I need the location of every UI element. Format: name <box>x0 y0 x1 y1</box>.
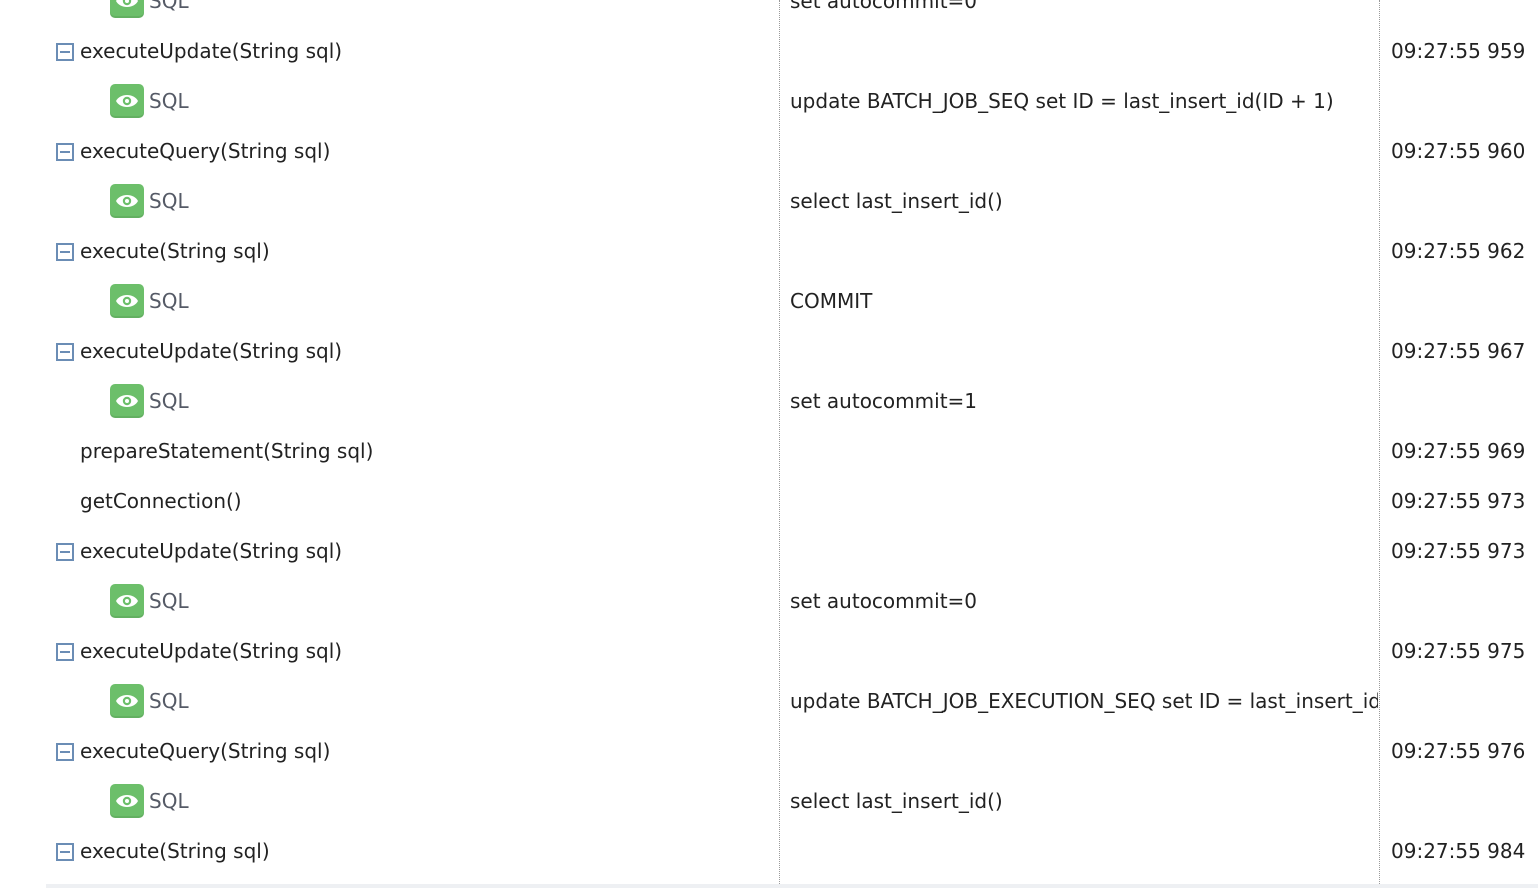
sql-statement <box>790 626 1378 676</box>
trace-row[interactable]: SQL update BATCH_JOB_EXECUTION_SEQ set I… <box>0 676 1538 726</box>
collapse-icon[interactable] <box>56 743 74 761</box>
trace-row[interactable]: executeUpdate(String sql) 09:27:55 973 <box>0 526 1538 576</box>
collapse-icon[interactable] <box>56 243 74 261</box>
timestamp <box>1391 0 1538 26</box>
sql-statement <box>790 526 1378 576</box>
collapse-icon[interactable] <box>56 843 74 861</box>
eye-icon[interactable] <box>110 584 144 618</box>
eye-icon[interactable] <box>110 184 144 218</box>
timestamp <box>1391 376 1538 426</box>
sql-statement <box>790 226 1378 276</box>
sql-statement: COMMIT <box>790 289 873 313</box>
trace-row[interactable]: executeQuery(String sql) 09:27:55 976 <box>0 726 1538 776</box>
trace-row[interactable]: SQL update BATCH_JOB_SEQ set ID = last_i… <box>0 76 1538 126</box>
timestamp: 09:27:55 984 <box>1391 839 1526 863</box>
eye-icon[interactable] <box>110 284 144 318</box>
sql-label: SQL <box>149 0 189 13</box>
timestamp: 09:27:55 969 <box>1391 439 1526 463</box>
method-label: executeUpdate(String sql) <box>80 339 343 363</box>
sql-statement: select last_insert_id() <box>790 189 1003 213</box>
timestamp: 09:27:55 976 <box>1391 739 1526 763</box>
sql-statement <box>790 26 1378 76</box>
trace-row[interactable]: prepareStatement(String sql) 09:27:55 96… <box>0 426 1538 476</box>
sql-statement <box>790 426 1378 476</box>
collapse-icon[interactable] <box>56 643 74 661</box>
method-label: getConnection() <box>80 489 242 513</box>
trace-row[interactable]: executeQuery(String sql) 09:27:55 960 <box>0 126 1538 176</box>
timestamp: 09:27:55 960 <box>1391 139 1526 163</box>
sql-statement <box>790 826 1378 876</box>
timestamp: 09:27:55 973 <box>1391 489 1526 513</box>
trace-row[interactable]: executeUpdate(String sql) 09:27:55 975 <box>0 626 1538 676</box>
eye-icon[interactable] <box>110 784 144 818</box>
method-label: execute(String sql) <box>80 839 270 863</box>
trace-row[interactable]: execute(String sql) 09:27:55 962 <box>0 226 1538 276</box>
sql-statement <box>790 726 1378 776</box>
trace-row[interactable]: executeUpdate(String sql) 09:27:55 959 <box>0 26 1538 76</box>
sql-label: SQL <box>149 89 189 113</box>
trace-row[interactable]: executeUpdate(String sql) 09:27:55 967 <box>0 326 1538 376</box>
timestamp <box>1391 76 1538 126</box>
trace-row[interactable]: SQL select last_insert_id() <box>0 176 1538 226</box>
timestamp <box>1391 676 1538 726</box>
timestamp <box>1391 276 1538 326</box>
timestamp: 09:27:55 959 <box>1391 39 1526 63</box>
timestamp: 09:27:55 973 <box>1391 539 1526 563</box>
eye-icon[interactable] <box>110 384 144 418</box>
sql-statement <box>790 126 1378 176</box>
trace-row[interactable]: SQL set autocommit=0 <box>0 576 1538 626</box>
sql-label: SQL <box>149 589 189 613</box>
trace-rows: SQL set autocommit=0 executeUpdate(Strin… <box>0 0 1538 888</box>
collapse-icon[interactable] <box>56 43 74 61</box>
timestamp: 09:27:55 962 <box>1391 239 1526 263</box>
method-label: executeQuery(String sql) <box>80 739 331 763</box>
sql-statement <box>790 476 1378 526</box>
sql-label: SQL <box>149 189 189 213</box>
eye-icon[interactable] <box>110 84 144 118</box>
call-trace-grid: SQL set autocommit=0 executeUpdate(Strin… <box>0 0 1538 888</box>
sql-statement: update BATCH_JOB_SEQ set ID = last_inser… <box>790 89 1334 113</box>
method-label: executeUpdate(String sql) <box>80 39 343 63</box>
collapse-icon[interactable] <box>56 543 74 561</box>
eye-icon[interactable] <box>110 684 144 718</box>
eye-icon[interactable] <box>110 0 144 18</box>
method-label: executeUpdate(String sql) <box>80 639 343 663</box>
sql-statement: set autocommit=1 <box>790 389 978 413</box>
collapse-icon[interactable] <box>56 343 74 361</box>
sql-label: SQL <box>149 789 189 813</box>
trace-row[interactable]: SQL set autocommit=0 <box>0 0 1538 26</box>
sql-statement: set autocommit=0 <box>790 0 978 13</box>
sql-statement: update BATCH_JOB_EXECUTION_SEQ set ID = … <box>790 689 1378 713</box>
method-label: executeQuery(String sql) <box>80 139 331 163</box>
timestamp: 09:27:55 975 <box>1391 639 1526 663</box>
timestamp <box>1391 776 1538 826</box>
timestamp: 09:27:55 967 <box>1391 339 1526 363</box>
row-separator <box>46 884 1538 888</box>
method-label: prepareStatement(String sql) <box>80 439 374 463</box>
trace-row[interactable]: SQL COMMIT <box>0 276 1538 326</box>
trace-row[interactable]: SQL select last_insert_id() <box>0 776 1538 826</box>
sql-statement: select last_insert_id() <box>790 789 1003 813</box>
timestamp <box>1391 576 1538 626</box>
method-label: executeUpdate(String sql) <box>80 539 343 563</box>
sql-label: SQL <box>149 289 189 313</box>
collapse-icon[interactable] <box>56 143 74 161</box>
sql-statement <box>790 326 1378 376</box>
trace-row[interactable]: execute(String sql) 09:27:55 984 <box>0 826 1538 876</box>
timestamp <box>1391 176 1538 226</box>
sql-label: SQL <box>149 389 189 413</box>
sql-statement: set autocommit=0 <box>790 589 978 613</box>
trace-row[interactable]: getConnection() 09:27:55 973 <box>0 476 1538 526</box>
trace-row[interactable]: SQL set autocommit=1 <box>0 376 1538 426</box>
sql-label: SQL <box>149 689 189 713</box>
method-label: execute(String sql) <box>80 239 270 263</box>
